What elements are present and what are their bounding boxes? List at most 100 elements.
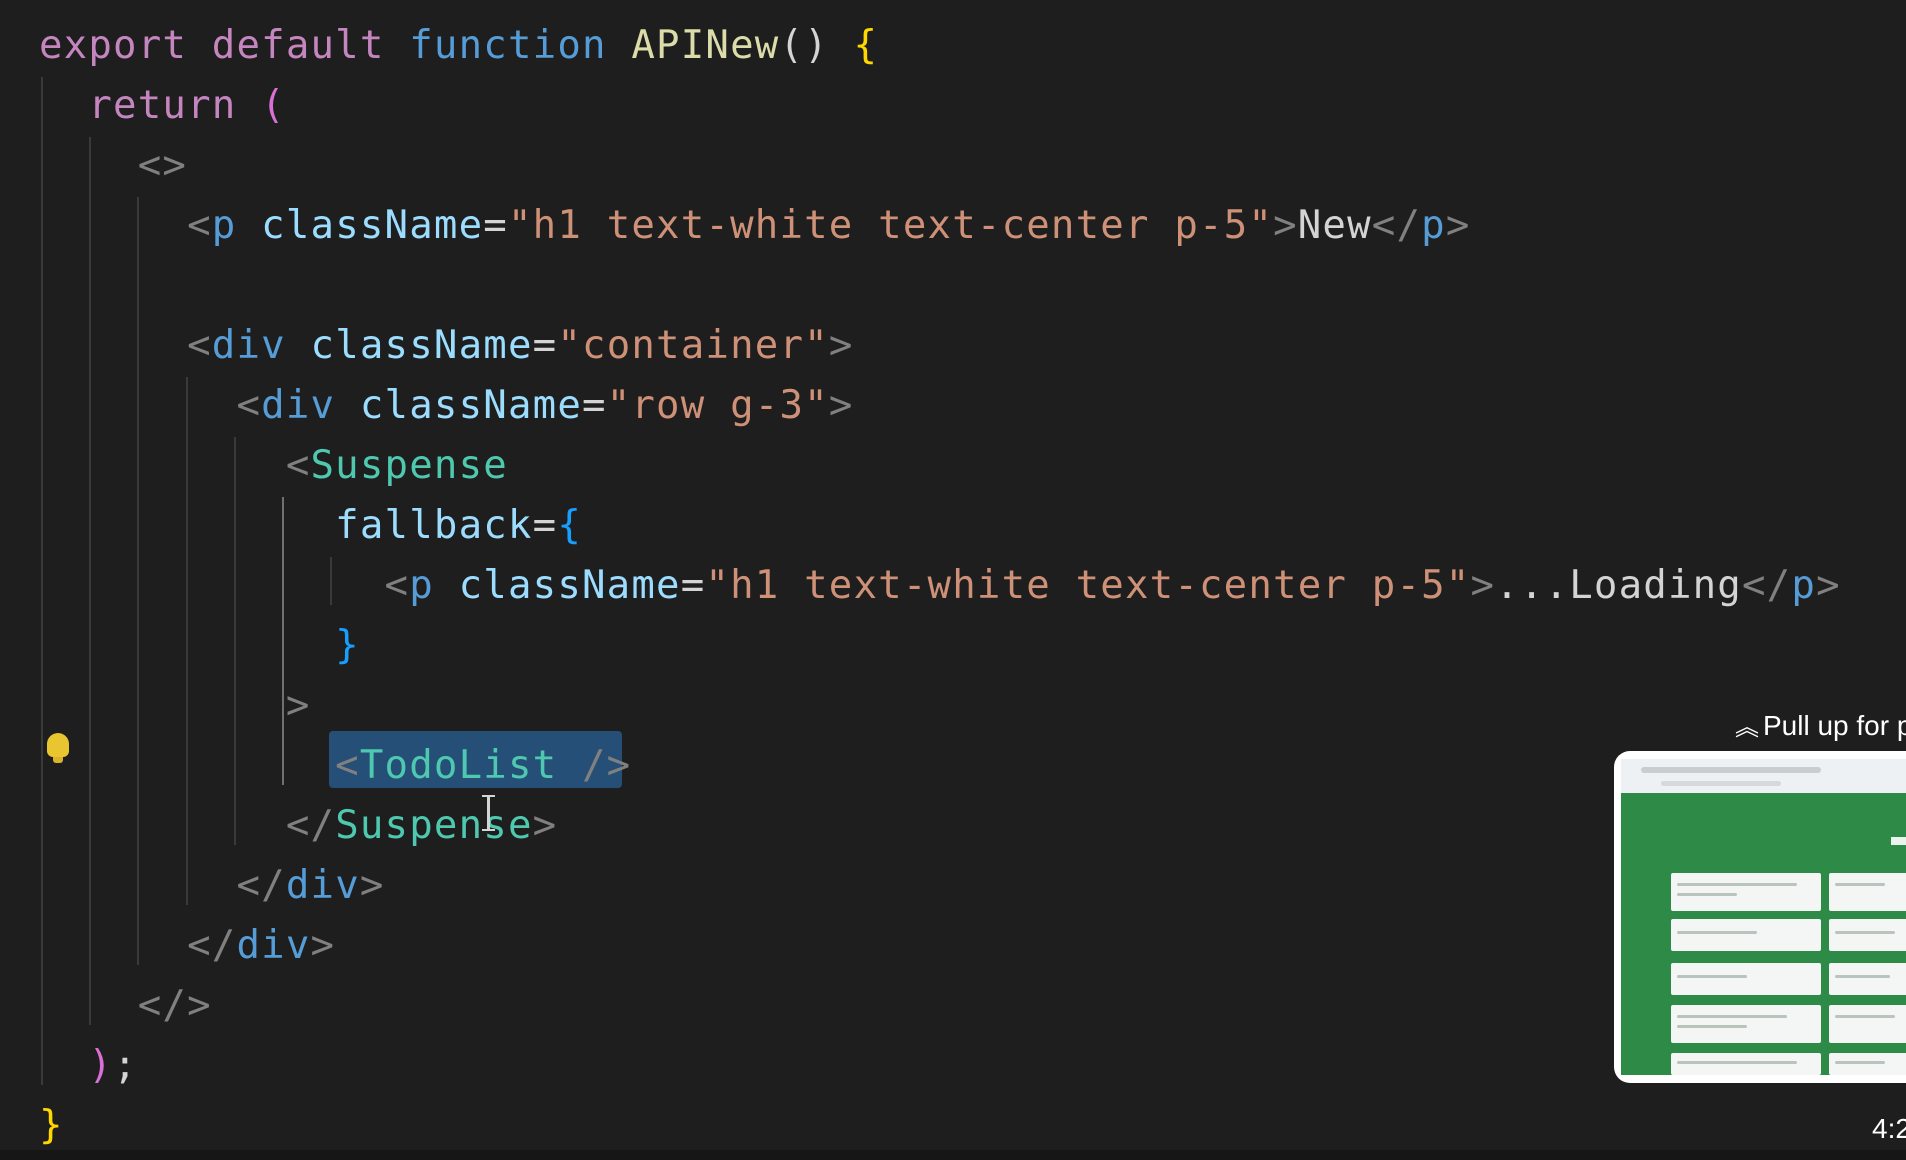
thumbnail-card xyxy=(1671,919,1821,951)
bottom-edge xyxy=(0,1150,1906,1160)
code-line[interactable]: </div> xyxy=(39,857,385,915)
code-token: </ xyxy=(1742,563,1792,608)
code-line[interactable]: <p className="h1 text-white text-center … xyxy=(39,557,1841,615)
code-line[interactable]: <div className="container"> xyxy=(39,317,854,375)
text-cursor-icon xyxy=(482,795,495,831)
code-token: New xyxy=(1297,203,1372,248)
thumbnail-heading xyxy=(1891,837,1906,845)
code-token: < xyxy=(285,443,311,488)
code-line[interactable]: > xyxy=(39,677,311,735)
code-token: > xyxy=(359,863,385,908)
code-token: > xyxy=(1470,563,1496,608)
pull-up-hint[interactable]: ︽ Pull up for p xyxy=(1735,706,1906,746)
code-token: = xyxy=(532,323,558,368)
code-token: = xyxy=(483,203,508,248)
code-line[interactable]: <TodoList /> xyxy=(39,737,631,795)
code-line[interactable]: </div> xyxy=(39,917,335,975)
code-token: div xyxy=(261,383,336,428)
code-token: className xyxy=(261,203,484,248)
code-token: { xyxy=(853,23,879,68)
video-miniplayer[interactable] xyxy=(1614,751,1906,1083)
code-token: > xyxy=(1816,563,1841,608)
thumbnail-card xyxy=(1829,873,1906,911)
code-token: fallback xyxy=(335,503,533,548)
code-line[interactable]: ); xyxy=(39,1037,138,1095)
code-token: = xyxy=(582,383,607,428)
code-line[interactable]: </> xyxy=(39,977,212,1035)
double-chevron-up-icon: ︽ xyxy=(1735,714,1759,741)
code-line[interactable]: } xyxy=(39,617,360,675)
code-line[interactable]: <div className="row g-3"> xyxy=(39,377,854,435)
code-token: > xyxy=(1273,203,1298,248)
code-token: < xyxy=(384,563,410,608)
thumbnail-card xyxy=(1671,1053,1821,1075)
code-token: </ xyxy=(236,863,286,908)
code-line[interactable]: fallback={ xyxy=(39,497,582,555)
code-token: () xyxy=(779,23,829,68)
code-token: p xyxy=(1421,203,1446,248)
code-token: Suspense xyxy=(310,443,508,488)
code-line[interactable]: } xyxy=(39,1097,64,1155)
code-token: "container" xyxy=(557,323,829,368)
code-token: < xyxy=(236,383,262,428)
code-token: > xyxy=(828,383,854,428)
code-token: export xyxy=(39,23,188,68)
code-line[interactable]: export default function APINew() { xyxy=(39,17,878,75)
code-token: "h1 text-white text-center p-5" xyxy=(705,563,1471,608)
thumbnail-card xyxy=(1671,873,1821,911)
code-token: ) xyxy=(88,1043,114,1088)
code-token: p xyxy=(409,563,434,608)
code-token: = xyxy=(680,563,706,608)
code-token: <> xyxy=(137,143,188,188)
thumbnail-card xyxy=(1829,963,1906,995)
code-token: APINew xyxy=(631,23,780,68)
thumbnail-browser-bar xyxy=(1621,759,1906,793)
code-token: TodoList xyxy=(359,743,558,788)
code-token: < xyxy=(187,323,212,368)
code-token: > xyxy=(532,803,558,848)
lightbulb-icon[interactable] xyxy=(47,733,69,763)
code-token: /> xyxy=(582,743,632,788)
video-thumbnail[interactable] xyxy=(1621,759,1906,1075)
code-token: > xyxy=(310,923,336,968)
code-token: p xyxy=(1791,563,1817,608)
code-line[interactable]: <> xyxy=(39,137,187,195)
code-token: < xyxy=(187,203,212,248)
code-line[interactable]: <Suspense xyxy=(39,437,508,495)
code-token: > xyxy=(285,683,311,728)
code-token: </ xyxy=(285,803,336,848)
code-token: className xyxy=(310,323,533,368)
video-timestamp: 4:2 xyxy=(1872,1113,1906,1144)
code-token: ...Loading xyxy=(1495,563,1742,608)
code-token: div xyxy=(236,923,311,968)
code-token: className xyxy=(359,383,582,428)
code-token: return xyxy=(88,83,237,128)
code-token: div xyxy=(285,863,360,908)
code-token: "h1 text-white text-center p-5" xyxy=(507,203,1274,248)
code-line[interactable]: < p className="h1 text-white text-center … xyxy=(39,197,1471,255)
code-token: </> xyxy=(137,983,212,1028)
code-token: } xyxy=(39,1103,64,1148)
code-token: Suspense xyxy=(335,803,533,848)
code-line[interactable]: return ( xyxy=(39,77,286,135)
code-line[interactable]: </Suspense> xyxy=(39,797,557,855)
